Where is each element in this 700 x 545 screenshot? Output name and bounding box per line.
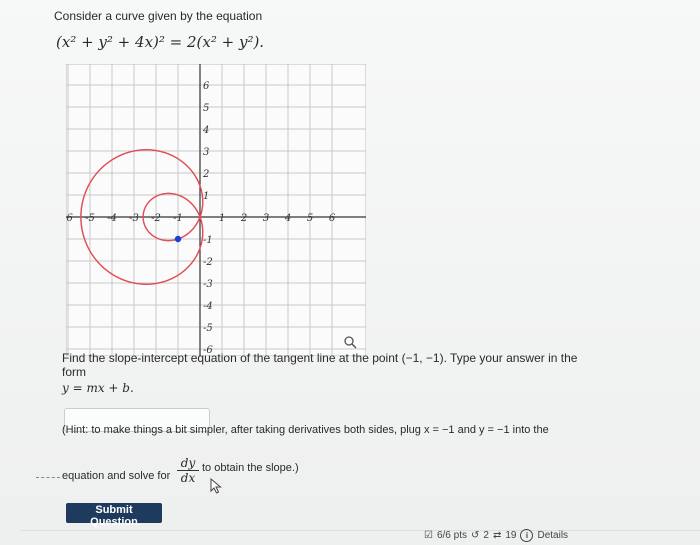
y-tick-label: 6 (203, 81, 210, 92)
x-tick-label: -6 (66, 213, 74, 224)
x-tick-label: -4 (107, 213, 117, 224)
problem-prompt: Consider a curve given by the equation (54, 9, 263, 23)
y-tick-label: 5 (203, 103, 209, 114)
y-tick-label: -4 (203, 301, 213, 312)
x-tick-label: 3 (263, 213, 269, 224)
submit-question-button[interactable]: Submit Question (66, 503, 162, 528)
hint-line-1: (Hint: to make things a bit simpler, aft… (62, 424, 549, 436)
mouse-cursor-icon (210, 478, 222, 494)
question-form: y = mx + b. (62, 381, 134, 395)
question-instruction: Find the slope-intercept equation of the… (62, 351, 578, 379)
y-tick-label: -1 (203, 235, 213, 246)
y-tick-label: -2 (203, 257, 213, 268)
y-tick-label: -3 (203, 279, 213, 290)
question-card: Consider a curve given by the equation (… (0, 0, 700, 545)
question-footer: ☑ 6/6 pts ↺ 2 ⇄ 19 i Details (424, 529, 568, 542)
y-tick-label: 4 (202, 125, 209, 136)
attempts-count: 19 (505, 530, 517, 541)
hint-line-3: to obtain the slope.) (202, 462, 299, 474)
y-tick-label: -5 (203, 323, 213, 334)
x-tick-label: -1 (173, 213, 183, 224)
y-tick-label: 1 (203, 191, 209, 202)
x-tick-label: 5 (307, 213, 313, 224)
graph-background (66, 64, 366, 356)
x-tick-label: 4 (284, 213, 291, 224)
x-tick-label: -2 (151, 213, 161, 224)
fraction-numerator: dy (177, 456, 199, 471)
highlight-point (174, 235, 182, 243)
curve-graph: -6-5-4-3-2-1123456654321-1-2-3-4-5-6 (66, 64, 366, 356)
x-tick-label: -5 (85, 213, 95, 224)
y-tick-label: 2 (202, 169, 209, 180)
dashed-mark (36, 477, 60, 478)
zoom-icon[interactable] (343, 335, 357, 349)
retry-icon: ↺ (471, 530, 480, 541)
question-text: Find the slope-intercept equation of the… (62, 351, 582, 395)
x-tick-label: -3 (129, 213, 139, 224)
fraction-denominator: dx (180, 471, 196, 485)
curve-equation: (x² + y² + 4x)² = 2(x² + y²). (56, 33, 265, 51)
retries-count: 2 (483, 530, 489, 541)
score-icon: ☑ (424, 530, 433, 541)
attempts-icon: ⇄ (492, 530, 502, 541)
x-tick-label: 2 (240, 213, 247, 224)
x-tick-label: 1 (219, 213, 225, 224)
info-icon: i (520, 529, 534, 542)
points-text: 6/6 pts (436, 530, 467, 541)
x-tick-label: 6 (329, 213, 336, 224)
details-link[interactable]: Details (537, 530, 568, 541)
footer-divider (20, 530, 700, 531)
hint-line-2: equation and solve for (62, 470, 171, 482)
y-tick-label: 3 (203, 147, 209, 158)
dy-dx-fraction: dy dx (177, 456, 199, 485)
